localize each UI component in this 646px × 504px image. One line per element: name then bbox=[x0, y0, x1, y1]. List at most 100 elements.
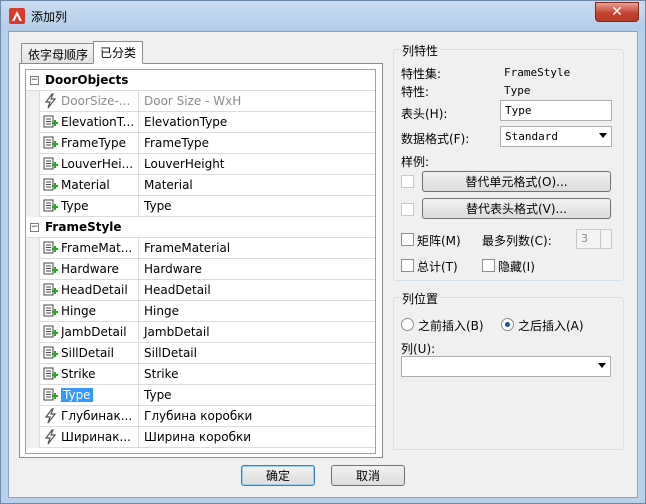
property-row[interactable]: Hinge Hinge bbox=[26, 300, 375, 322]
row-gutter bbox=[26, 111, 40, 133]
property-row[interactable]: JambDetail JambDetail bbox=[26, 321, 375, 343]
add-property-icon bbox=[43, 156, 59, 172]
hide-label: 隐藏(I) bbox=[498, 260, 535, 274]
property-row[interactable]: ElevationT... ElevationType bbox=[26, 111, 375, 133]
close-button[interactable]: ✕ bbox=[595, 2, 639, 22]
property-row[interactable]: Material Material bbox=[26, 174, 375, 196]
collapse-icon[interactable]: − bbox=[30, 75, 39, 85]
property-name: Type bbox=[61, 199, 89, 213]
property-row[interactable]: Type Type bbox=[26, 195, 375, 217]
column-divider bbox=[138, 321, 139, 343]
property-grid[interactable]: − DoorObjects DoorSize-... Door Size - WxH E… bbox=[25, 69, 376, 454]
title-bar[interactable]: 添加列 ✕ bbox=[1, 1, 645, 31]
max-columns-spinner[interactable]: 3 bbox=[576, 229, 612, 249]
column-position-group: 列位置 之前插入(B) 之后插入(A) 列(U): bbox=[393, 290, 624, 450]
total-checkbox[interactable] bbox=[401, 259, 414, 272]
hide-checkbox[interactable] bbox=[482, 259, 495, 272]
property-name: ElevationT... bbox=[61, 115, 135, 129]
property-name: Type bbox=[61, 388, 93, 402]
max-columns-label: 最多列数(C): bbox=[482, 234, 552, 248]
property-set-value: FrameStyle bbox=[504, 66, 571, 79]
property-name: Hardware bbox=[61, 262, 119, 276]
data-format-select[interactable]: Standard bbox=[500, 126, 612, 147]
add-property-icon bbox=[43, 240, 59, 256]
property-row[interactable]: HeadDetail HeadDetail bbox=[26, 279, 375, 301]
property-row[interactable]: FrameMat... FrameMaterial bbox=[26, 237, 375, 259]
property-value: Type bbox=[144, 199, 172, 213]
override-cell-format-button[interactable]: 替代单元格式(O)... bbox=[422, 171, 611, 192]
row-gutter bbox=[26, 132, 40, 154]
insert-after-label: 之后插入(A) bbox=[518, 319, 584, 333]
property-row[interactable]: Hardware Hardware bbox=[26, 258, 375, 280]
property-row[interactable]: Type Type bbox=[26, 384, 375, 406]
collapse-icon[interactable]: − bbox=[30, 222, 39, 232]
add-property-icon bbox=[43, 387, 59, 403]
tab-panel: − DoorObjects DoorSize-... Door Size - WxH E… bbox=[19, 63, 383, 458]
matrix-checkbox[interactable] bbox=[401, 233, 414, 246]
row-gutter bbox=[26, 426, 40, 448]
override-cell-checkbox[interactable] bbox=[401, 175, 414, 188]
sample-label: 样例: bbox=[401, 155, 430, 169]
property-name: Material bbox=[61, 178, 110, 192]
tab-alphabetical[interactable]: 依字母顺序 bbox=[21, 43, 96, 64]
property-name: HeadDetail bbox=[61, 283, 128, 297]
property-row[interactable]: DoorSize-... Door Size - WxH bbox=[26, 90, 375, 112]
add-property-icon bbox=[43, 345, 59, 361]
override-header-format-button[interactable]: 替代表头格式(V)... bbox=[422, 198, 611, 219]
formula-icon bbox=[43, 429, 59, 445]
category-row[interactable]: − FrameStyle bbox=[26, 217, 375, 238]
property-name: Ширинак... bbox=[61, 430, 131, 444]
property-name: FrameMat... bbox=[61, 241, 133, 255]
total-label: 总计(T) bbox=[417, 260, 458, 274]
override-header-checkbox[interactable] bbox=[401, 203, 414, 216]
property-row[interactable]: LouverHei... LouverHeight bbox=[26, 153, 375, 175]
add-property-icon bbox=[43, 261, 59, 277]
group-title: 列位置 bbox=[400, 290, 441, 307]
property-row[interactable]: Глубинак... Глубина коробки bbox=[26, 405, 375, 427]
row-gutter bbox=[26, 174, 40, 196]
column-divider bbox=[138, 174, 139, 196]
tab-categorized[interactable]: 已分类 bbox=[93, 41, 144, 64]
property-name: DoorSize-... bbox=[61, 94, 131, 108]
property-value: Type bbox=[144, 388, 172, 402]
header-input[interactable]: Type bbox=[500, 100, 612, 121]
spin-arrows-icon[interactable] bbox=[600, 230, 611, 248]
category-row[interactable]: − DoorObjects bbox=[26, 70, 375, 91]
add-property-icon bbox=[43, 324, 59, 340]
property-value: Door Size - WxH bbox=[144, 94, 242, 108]
insert-before-radio[interactable] bbox=[401, 318, 414, 331]
chevron-down-icon bbox=[598, 363, 606, 368]
autocad-app-icon bbox=[9, 8, 25, 24]
button-label: 替代表头格式(V)... bbox=[465, 202, 568, 216]
column-divider bbox=[138, 111, 139, 133]
row-gutter bbox=[26, 321, 40, 343]
column-divider bbox=[138, 195, 139, 217]
matrix-label: 矩阵(M) bbox=[417, 234, 461, 248]
add-property-icon bbox=[43, 198, 59, 214]
column-divider bbox=[138, 237, 139, 259]
column-label: 列(U): bbox=[401, 342, 436, 356]
column-select[interactable] bbox=[401, 356, 611, 377]
property-value: FrameType bbox=[144, 136, 209, 150]
property-row[interactable]: Ширинак... Ширина коробки bbox=[26, 426, 375, 448]
column-divider bbox=[138, 426, 139, 448]
row-gutter bbox=[26, 279, 40, 301]
category-name: FrameStyle bbox=[45, 220, 122, 234]
property-row[interactable]: Strike Strike bbox=[26, 363, 375, 385]
column-divider bbox=[138, 90, 139, 112]
cancel-button[interactable]: 取消 bbox=[331, 465, 405, 486]
property-value: SillDetail bbox=[144, 346, 197, 360]
add-property-icon bbox=[43, 177, 59, 193]
row-gutter bbox=[26, 90, 40, 112]
property-value: Hinge bbox=[144, 304, 179, 318]
property-row[interactable]: FrameType FrameType bbox=[26, 132, 375, 154]
row-gutter bbox=[26, 300, 40, 322]
column-divider bbox=[138, 342, 139, 364]
insert-after-radio[interactable] bbox=[501, 318, 514, 331]
data-format-value: Standard bbox=[505, 130, 558, 143]
ok-button[interactable]: 确定 bbox=[241, 465, 315, 486]
column-divider bbox=[138, 384, 139, 406]
property-value: ElevationType bbox=[144, 115, 228, 129]
formula-icon bbox=[43, 93, 59, 109]
property-row[interactable]: SillDetail SillDetail bbox=[26, 342, 375, 364]
